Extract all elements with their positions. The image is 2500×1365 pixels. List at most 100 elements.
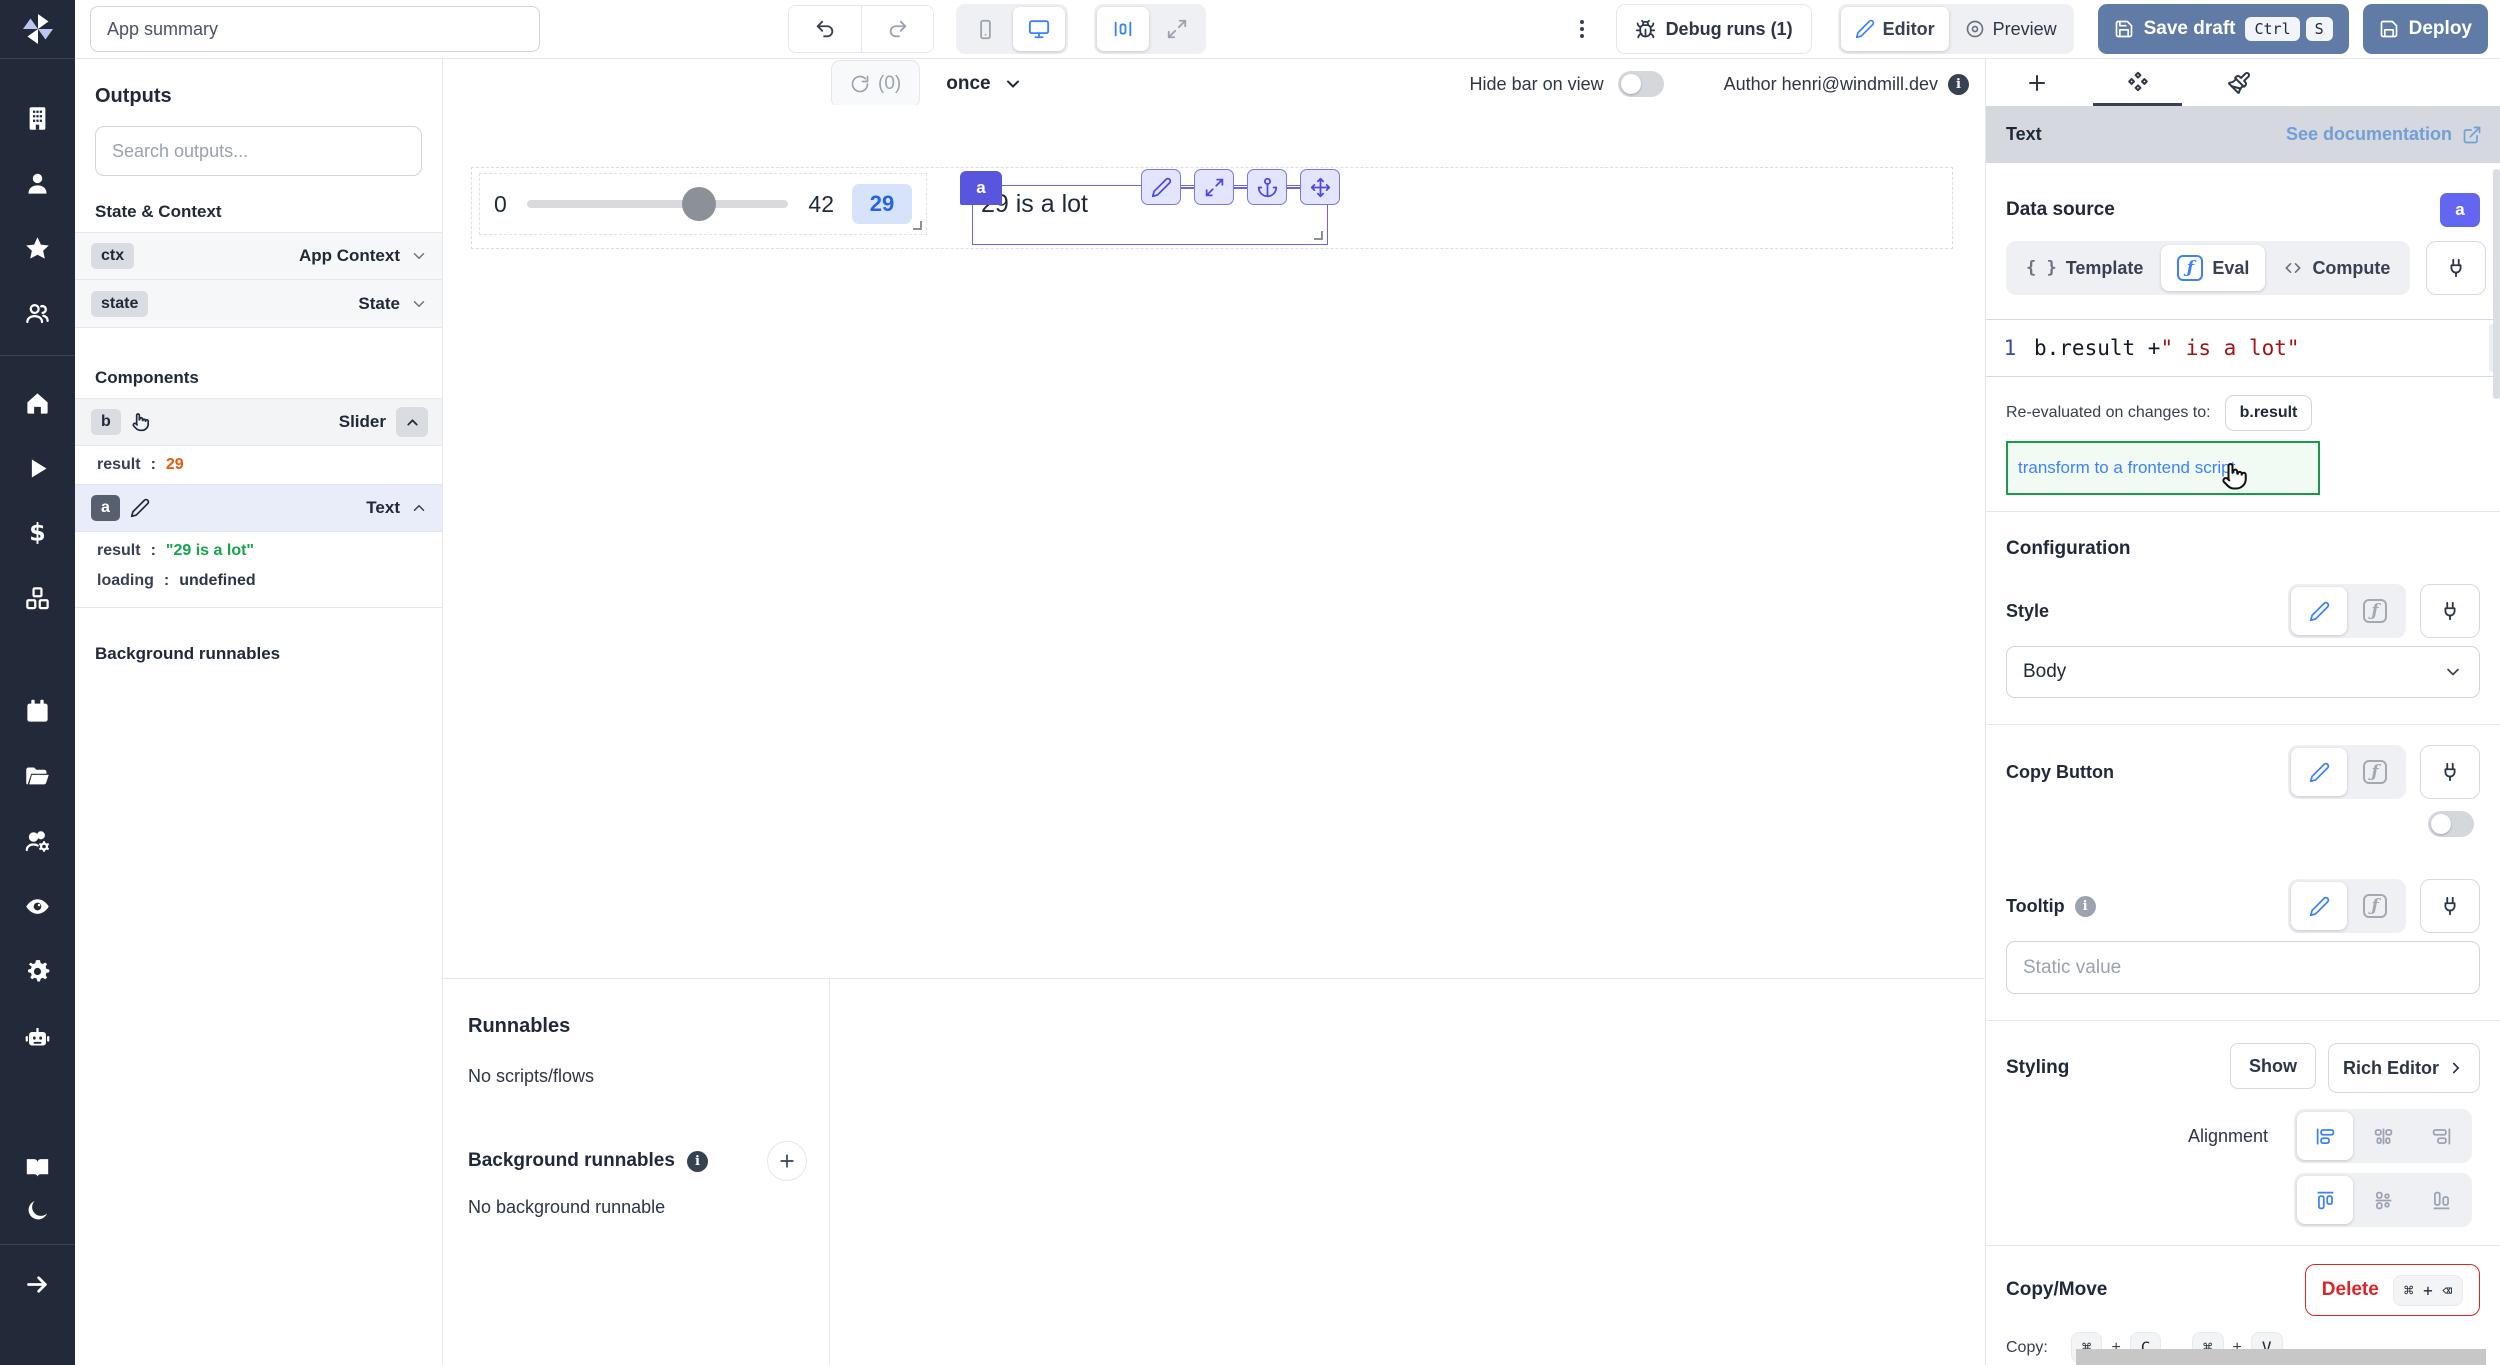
tooltip-static-value-input[interactable] (2006, 941, 2480, 994)
tab-editor[interactable]: Editor (1841, 7, 1949, 51)
style-static-button[interactable] (2291, 587, 2347, 635)
expand-component-button[interactable] (1194, 169, 1234, 205)
ai-robot-icon[interactable] (24, 1023, 51, 1050)
undo-button[interactable] (789, 6, 861, 52)
fullscreen-button[interactable] (1151, 7, 1203, 51)
app-summary-input[interactable] (90, 6, 540, 52)
style-eval-button[interactable]: ƒ (2347, 587, 2403, 635)
tab-eval[interactable]: ƒEval (2161, 245, 2265, 291)
component-row-text[interactable]: a Text (75, 484, 442, 532)
info-icon[interactable]: i (1948, 74, 1969, 95)
preview-label: Preview (1993, 19, 2057, 40)
align-center-h-button[interactable] (2355, 1112, 2411, 1160)
output-row-state[interactable]: state State (75, 280, 442, 328)
audit-eye-icon[interactable] (24, 893, 51, 920)
tab-compute[interactable]: Compute (2267, 245, 2406, 291)
tab-component-settings[interactable] (2087, 59, 2188, 106)
vertical-scrollbar[interactable] (2493, 169, 2500, 399)
mobile-view-button[interactable] (959, 7, 1011, 51)
pencil-icon (2309, 896, 2330, 917)
tooltip-eval-button[interactable]: ƒ (2347, 882, 2403, 930)
configuration-title: Configuration (2006, 538, 2480, 560)
app-canvas[interactable]: 0 42 29 a 29 is a lot (443, 105, 1985, 978)
transform-frontend-script-link[interactable]: transform to a frontend script (2018, 458, 2235, 478)
add-background-runnable-button[interactable] (767, 1141, 807, 1181)
variables-dollar-icon[interactable]: $ (24, 520, 51, 547)
docs-book-icon[interactable] (24, 1154, 51, 1181)
run-mode-dropdown[interactable]: once (946, 73, 1022, 95)
debug-runs-button[interactable]: Debug runs (1) (1616, 4, 1812, 54)
alignment-vertical-row (2006, 1173, 2480, 1227)
save-draft-button[interactable]: Save draft Ctrl S (2098, 4, 2349, 54)
tab-insert-component[interactable] (1986, 59, 2087, 106)
folders-icon[interactable] (24, 763, 51, 790)
text-id-badge: a (91, 495, 120, 521)
center-align-view-button[interactable] (1097, 7, 1149, 51)
prop-colon: : (164, 572, 169, 590)
expand-rail-arrow-icon[interactable] (24, 1271, 51, 1298)
hide-bar-toggle[interactable] (1618, 71, 1664, 97)
align-top-button[interactable] (2297, 1176, 2353, 1224)
deploy-button[interactable]: Deploy (2363, 4, 2488, 54)
align-bottom-button[interactable] (2413, 1176, 2469, 1224)
dark-mode-moon-icon[interactable] (24, 1197, 51, 1224)
align-left-button[interactable] (2297, 1112, 2353, 1160)
align-center-icon (1112, 18, 1134, 40)
align-center-v-button[interactable] (2355, 1176, 2411, 1224)
workspace-building-icon[interactable] (24, 105, 51, 132)
delete-component-button[interactable]: Delete ⌘ + ⌫ (2305, 1264, 2480, 1316)
copy-button-eval-button[interactable]: ƒ (2347, 748, 2403, 796)
styling-show-button[interactable]: Show (2230, 1043, 2316, 1089)
anchor-component-button[interactable] (1247, 169, 1287, 205)
paintbrush-icon (2227, 71, 2251, 95)
collapse-slider-button[interactable] (396, 407, 428, 437)
tab-global-styling[interactable] (2188, 59, 2289, 106)
runs-play-icon[interactable] (24, 455, 51, 482)
info-icon[interactable]: i (2075, 896, 2096, 917)
redo-button[interactable] (861, 6, 933, 52)
slider-knob[interactable] (682, 187, 716, 221)
see-documentation-link[interactable]: See documentation (2286, 124, 2482, 145)
more-menu-button[interactable] (1570, 17, 1594, 41)
move-component-button[interactable] (1300, 169, 1340, 205)
rich-editor-button[interactable]: Rich Editor (2328, 1043, 2480, 1093)
tooltip-static-button[interactable] (2291, 882, 2347, 930)
groups-icon[interactable] (24, 300, 51, 327)
windmill-logo-icon[interactable] (0, 0, 75, 59)
desktop-view-button[interactable] (1013, 7, 1065, 51)
tab-preview[interactable]: Preview (1951, 7, 2071, 51)
tooltip-connect-button[interactable] (2420, 879, 2480, 933)
resize-handle[interactable] (913, 221, 922, 230)
settings-gear-icon[interactable] (24, 958, 51, 985)
tab-template[interactable]: { }Template (2010, 245, 2159, 291)
transform-frontend-script-box[interactable]: transform to a frontend script (2006, 441, 2320, 495)
home-icon[interactable] (24, 390, 51, 417)
horizontal-scrollbar[interactable] (2076, 1349, 2486, 1365)
style-connect-button[interactable] (2420, 584, 2480, 638)
resize-handle[interactable] (1314, 231, 1323, 240)
schedules-calendar-icon[interactable] (24, 698, 51, 725)
tooltip-label: Tooltip (2006, 896, 2065, 917)
connect-input-button[interactable] (2426, 241, 2486, 295)
component-row-slider[interactable]: b Slider (75, 398, 442, 446)
output-row-ctx[interactable]: ctx App Context (75, 232, 442, 280)
resources-boxes-icon[interactable] (24, 585, 51, 612)
copy-button-toggle[interactable] (2428, 811, 2474, 837)
reeval-dependency-chip[interactable]: b.result (2225, 395, 2313, 431)
eval-code-editor[interactable]: 1 b.result + " is a lot" (1986, 319, 2500, 377)
favorites-star-icon[interactable] (24, 235, 51, 262)
workers-users-cog-icon[interactable] (24, 828, 51, 855)
copy-button-connect-button[interactable] (2420, 745, 2480, 799)
style-select[interactable]: Body (2006, 646, 2480, 698)
info-icon[interactable]: i (687, 1151, 708, 1172)
left-nav-rail: $ (0, 0, 75, 1365)
user-icon[interactable] (24, 170, 51, 197)
copy-button-static-button[interactable] (2291, 748, 2347, 796)
edit-component-button[interactable] (1141, 169, 1181, 205)
search-outputs-input[interactable] (95, 126, 422, 176)
deploy-label: Deploy (2409, 18, 2472, 40)
slider-track[interactable] (527, 200, 789, 208)
align-right-button[interactable] (2413, 1112, 2469, 1160)
refresh-button[interactable]: (0) (831, 60, 920, 108)
slider-component[interactable]: 0 42 29 (479, 173, 927, 235)
